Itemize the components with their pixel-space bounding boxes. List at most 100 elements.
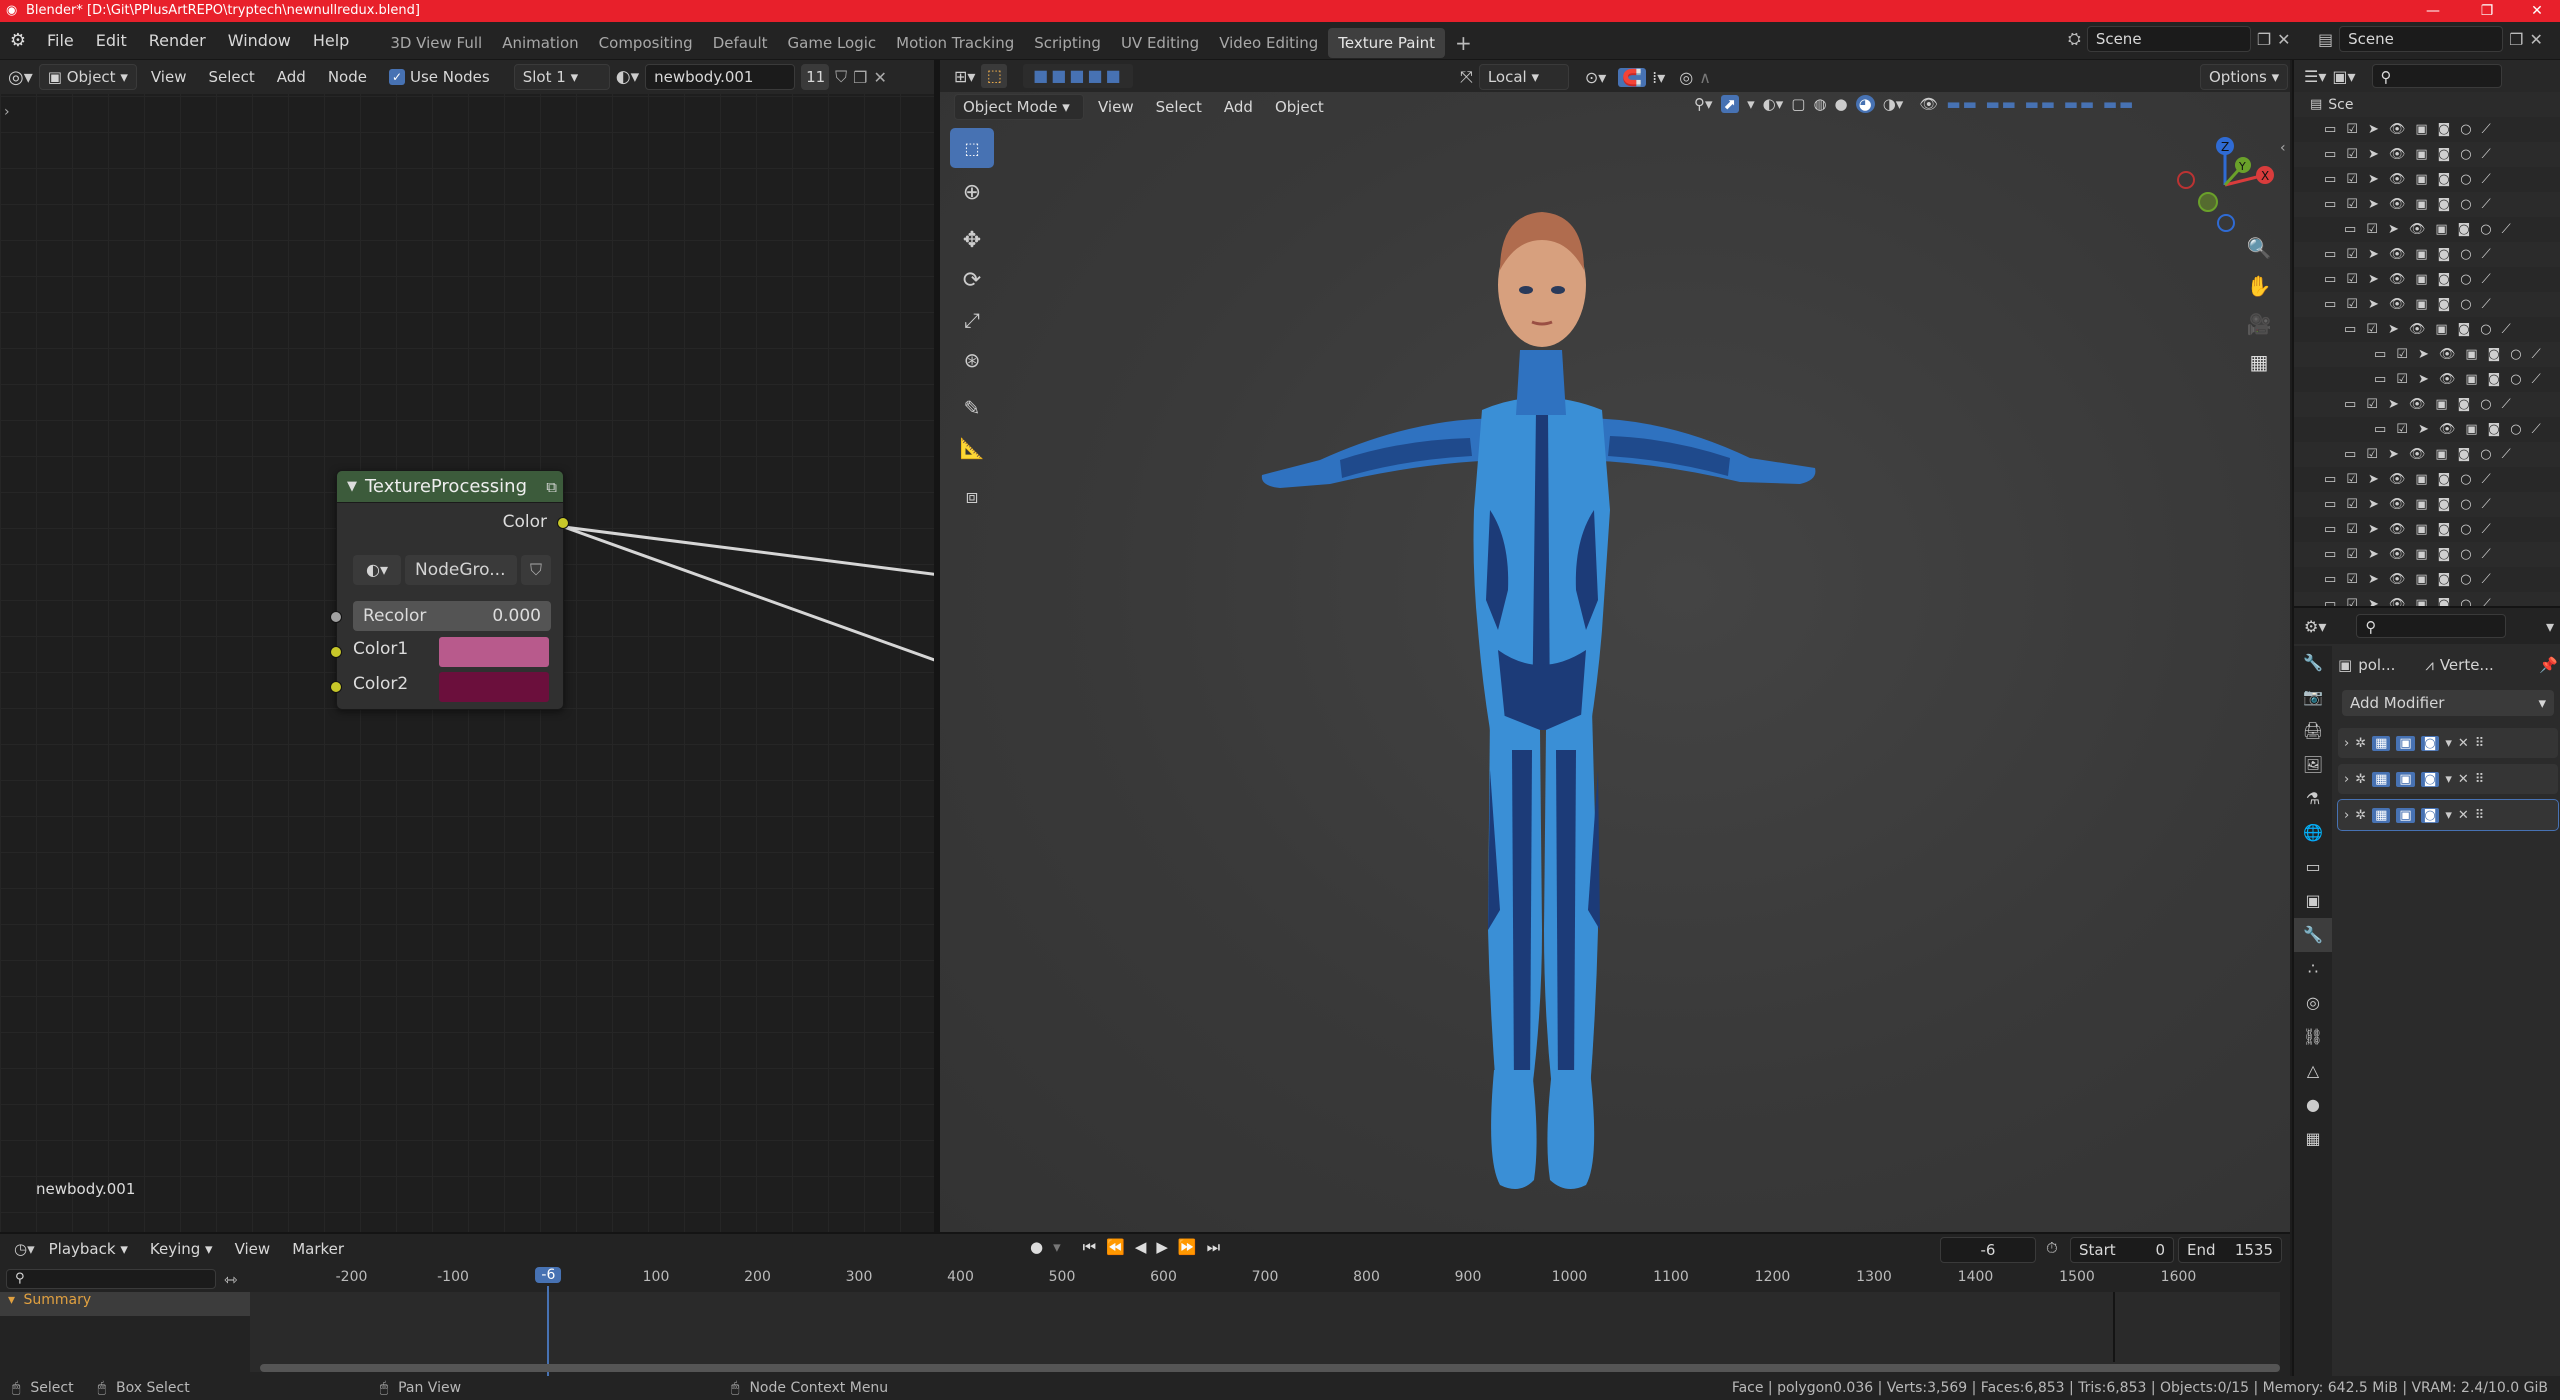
viewport-icon[interactable]: ▣ <box>2415 572 2427 587</box>
indirect-icon[interactable]: ⟋ <box>2482 272 2491 287</box>
transform-tool[interactable]: ⊛ <box>950 340 994 380</box>
recolor-input-socket[interactable] <box>330 611 342 623</box>
move-tool[interactable]: ✥ <box>950 220 994 260</box>
camera-icon[interactable]: ◙ <box>2458 447 2471 462</box>
select-arrow-icon[interactable]: ➤ <box>2368 522 2379 537</box>
tab-animation[interactable]: Animation <box>492 28 588 58</box>
checkbox-icon[interactable]: ☑ <box>2346 197 2358 212</box>
eye-icon[interactable]: 👁 <box>2409 222 2426 237</box>
indirect-icon[interactable]: ⟋ <box>2532 422 2541 437</box>
viewport-icon[interactable]: ▣ <box>2415 147 2427 162</box>
summary-channel[interactable]: ▾ Summary <box>0 1292 250 1316</box>
collapse-node-icon[interactable]: ▼ <box>347 479 357 494</box>
xray-icon[interactable]: ▢ <box>1791 95 1805 113</box>
menu-window[interactable]: Window <box>217 22 302 60</box>
indirect-icon[interactable]: ⟋ <box>2502 447 2511 462</box>
holdout-icon[interactable]: ○ <box>2460 147 2471 162</box>
eye-icon[interactable]: 👁 <box>2389 247 2406 262</box>
holdout-icon[interactable]: ○ <box>2480 397 2491 412</box>
drag-handle-icon[interactable]: ⠿ <box>2475 808 2485 823</box>
checkbox-icon[interactable]: ☑ <box>2346 122 2358 137</box>
holdout-icon[interactable]: ○ <box>2460 572 2471 587</box>
texture-processing-node[interactable]: ▼ TextureProcessing ⧉ Color ◐▾ NodeGro..… <box>330 470 569 710</box>
visibility-eye-icon[interactable]: 👁 <box>1919 95 1938 113</box>
viewport-icon[interactable]: ▣ <box>2415 272 2427 287</box>
checkbox-icon[interactable]: ☑ <box>2346 497 2358 512</box>
camera-icon[interactable]: ◙ <box>2438 547 2451 562</box>
gizmo-toggle-icon[interactable]: ⬈ <box>1720 95 1740 113</box>
camera-icon[interactable]: ◙ <box>2438 272 2451 287</box>
modifier-panel[interactable]: › ✲ ▦ ▣ ◙ ▾ ✕ ⠿ <box>2337 799 2559 831</box>
eye-icon[interactable]: 👁 <box>2409 397 2426 412</box>
character-model[interactable] <box>1250 210 1820 1200</box>
scene-tab-icon[interactable]: ⚗ <box>2294 782 2332 816</box>
collection-icon[interactable]: ▭ <box>2324 197 2336 212</box>
editor-type-icon[interactable]: ⚙▾ <box>2304 617 2326 636</box>
indirect-icon[interactable]: ⟋ <box>2482 147 2491 162</box>
outliner-row[interactable]: ▭ ☑ ➤ 👁 ▣ ◙ ○ ⟋ <box>2294 192 2560 217</box>
indirect-icon[interactable]: ⟋ <box>2532 372 2541 387</box>
eye-icon[interactable]: 👁 <box>2389 197 2406 212</box>
select-arrow-icon[interactable]: ➤ <box>2368 547 2379 562</box>
outliner-row[interactable]: ▭ ☑ ➤ 👁 ▣ ◙ ○ ⟋ <box>2294 492 2560 517</box>
holdout-icon[interactable]: ○ <box>2460 547 2471 562</box>
outliner-row[interactable]: ▭ ☑ ➤ 👁 ▣ ◙ ○ ⟋ <box>2294 542 2560 567</box>
properties-options-icon[interactable]: ▾ <box>2546 617 2554 636</box>
editor-type-icon[interactable]: ⊞▾ <box>954 67 975 86</box>
holdout-icon[interactable]: ○ <box>2460 497 2471 512</box>
viewport-icon[interactable]: ▣ <box>2415 197 2427 212</box>
select-arrow-icon[interactable]: ➤ <box>2368 472 2379 487</box>
viewport-menu-object[interactable]: Object <box>1267 94 1332 120</box>
indirect-icon[interactable]: ⟋ <box>2502 222 2511 237</box>
camera-icon[interactable]: ◙ <box>2438 197 2451 212</box>
orientation-dropdown[interactable]: Local ▾ <box>1478 64 1569 90</box>
maximize-button[interactable]: ❐ <box>2464 0 2510 22</box>
preview-range-icon[interactable]: ⏱ <box>2046 1239 2058 1257</box>
collection-icon[interactable]: ▭ <box>2324 472 2336 487</box>
camera-icon[interactable]: ◙ <box>2488 347 2501 362</box>
physics-tab-icon[interactable]: ◎ <box>2294 986 2332 1020</box>
viewport-icon[interactable]: ▣ <box>2415 297 2427 312</box>
material-shading-icon[interactable]: ◕ <box>1855 95 1875 113</box>
start-frame-field[interactable]: Start 0 <box>2070 1237 2174 1263</box>
holdout-icon[interactable]: ○ <box>2480 222 2491 237</box>
indirect-icon[interactable]: ⟋ <box>2502 397 2511 412</box>
holdout-icon[interactable]: ○ <box>2510 422 2521 437</box>
collection-icon[interactable]: ▭ <box>2344 397 2356 412</box>
snap-icon[interactable]: 🧲 <box>1618 67 1647 87</box>
outliner-row[interactable]: ▭ ☑ ➤ 👁 ▣ ◙ ○ ⟋ <box>2294 292 2560 317</box>
collection-icon[interactable]: ▭ <box>2324 147 2336 162</box>
indirect-icon[interactable]: ⟋ <box>2482 522 2491 537</box>
node-menu-view[interactable]: View <box>143 64 195 90</box>
remove-modifier-icon[interactable]: ✕ <box>2458 808 2469 823</box>
holdout-icon[interactable]: ○ <box>2460 522 2471 537</box>
holdout-icon[interactable]: ○ <box>2460 247 2471 262</box>
select-arrow-icon[interactable]: ➤ <box>2388 222 2399 237</box>
modifier-type-icon[interactable]: ✲ <box>2355 808 2366 823</box>
node-group-name-field[interactable]: NodeGro... <box>405 555 517 585</box>
view-layer-selector[interactable]: Scene <box>2339 26 2504 52</box>
color1-input-socket[interactable] <box>330 646 342 658</box>
camera-icon[interactable]: ◙ <box>2438 472 2451 487</box>
view-layer-tab-icon[interactable]: 🖼 <box>2294 748 2332 782</box>
viewport-menu-view[interactable]: View <box>1090 94 1142 120</box>
modifier-type-icon[interactable]: ✲ <box>2355 736 2366 751</box>
camera-view-icon[interactable]: 🎥 <box>2244 312 2274 350</box>
outliner-row[interactable]: ▭ ☑ ➤ 👁 ▣ ◙ ○ ⟋ <box>2294 567 2560 592</box>
viewport-icon[interactable]: ▣ <box>2465 422 2477 437</box>
annotate-tool[interactable]: ✎ <box>950 388 994 428</box>
node-menu-node[interactable]: Node <box>320 64 375 90</box>
holdout-icon[interactable]: ○ <box>2510 347 2521 362</box>
new-scene-icon[interactable]: ❐ <box>2257 30 2271 49</box>
checkbox-icon[interactable]: ☑ <box>2366 397 2378 412</box>
outliner-row[interactable]: ▭ ☑ ➤ 👁 ▣ ◙ ○ ⟋ <box>2294 217 2560 242</box>
realtime-icon[interactable]: ▣ <box>2396 807 2415 823</box>
color2-input-socket[interactable] <box>330 681 342 693</box>
eye-icon[interactable]: 👁 <box>2389 522 2406 537</box>
eye-icon[interactable]: 👁 <box>2389 147 2406 162</box>
eye-icon[interactable]: 👁 <box>2389 172 2406 187</box>
scale-tool[interactable]: ⤢ <box>950 300 994 340</box>
remove-scene-icon[interactable]: ✕ <box>2277 30 2290 49</box>
collection-icon[interactable]: ▭ <box>2324 122 2336 137</box>
camera-icon[interactable]: ◙ <box>2438 572 2451 587</box>
